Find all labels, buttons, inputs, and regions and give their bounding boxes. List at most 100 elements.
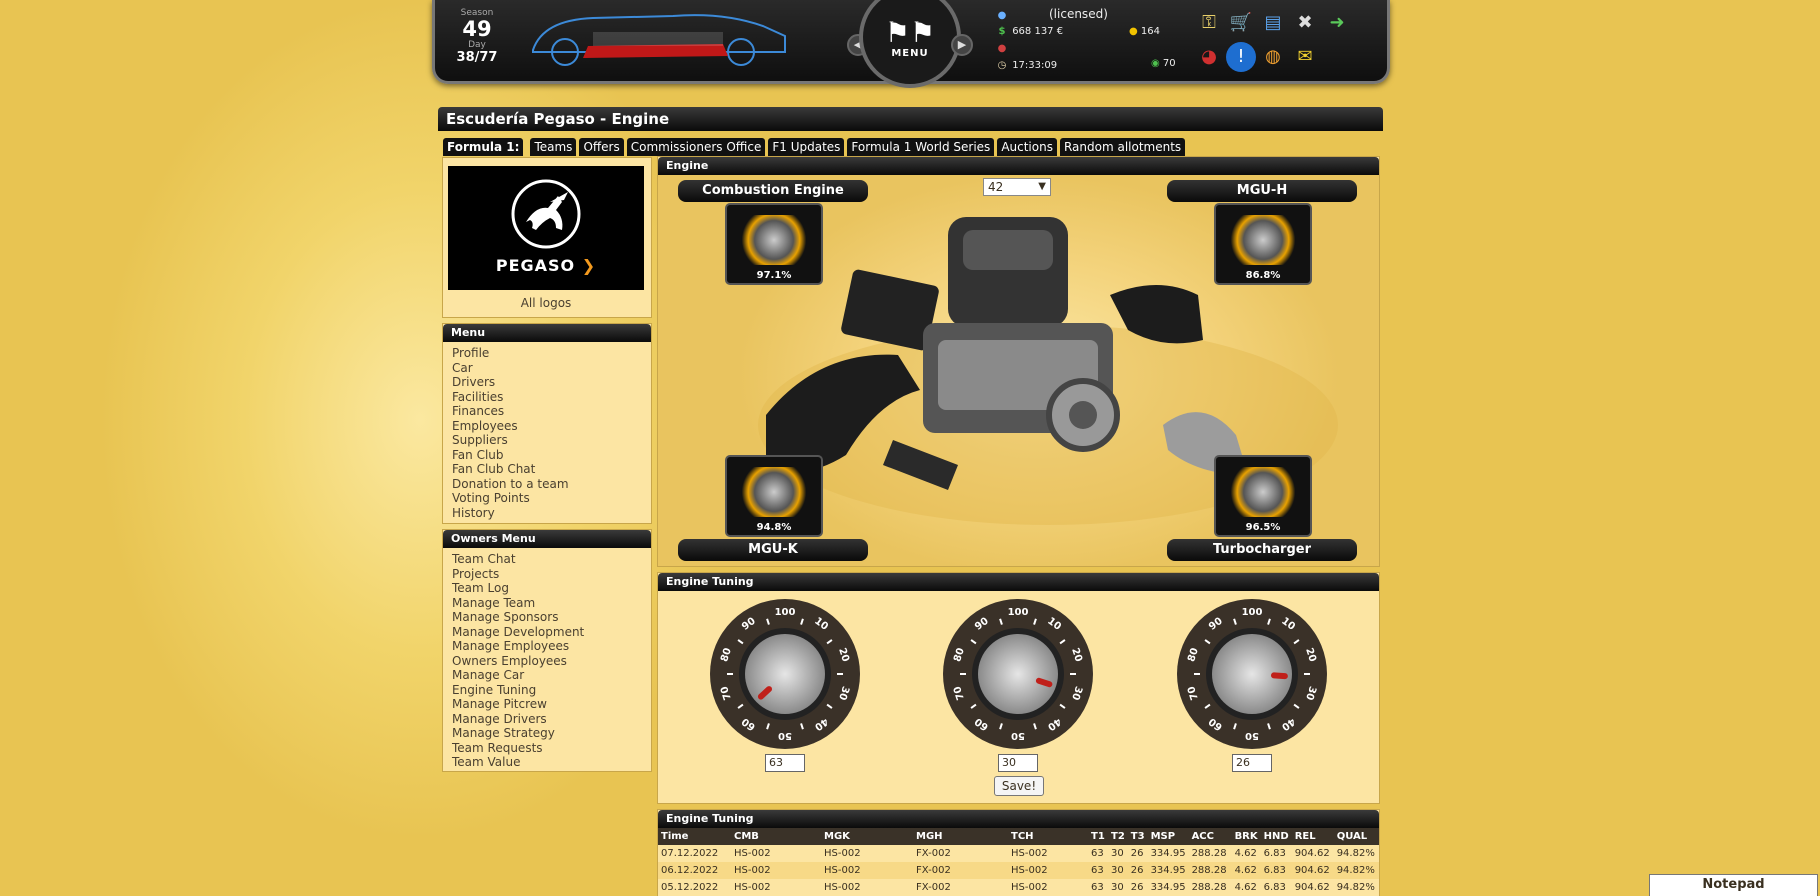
- owners-item-manage-pitcrew[interactable]: Manage Pitcrew: [452, 697, 642, 712]
- owners-item-manage-strategy[interactable]: Manage Strategy: [452, 726, 642, 741]
- owners-item-manage-development[interactable]: Manage Development: [452, 625, 642, 640]
- tuning-input-1[interactable]: 63: [765, 754, 805, 772]
- table-cell: 904.62: [1294, 848, 1330, 859]
- table-cell: 05.12.2022: [661, 882, 719, 893]
- column-header: Time: [658, 828, 731, 845]
- owners-item-manage-team[interactable]: Manage Team: [452, 596, 642, 611]
- menu-item-fan-club-chat[interactable]: Fan Club Chat: [452, 462, 642, 477]
- table-cell: 6.83: [1263, 848, 1286, 859]
- notepad-button[interactable]: Notepad: [1649, 874, 1818, 896]
- tabs-lead-label: Formula 1:: [443, 138, 524, 156]
- save-button[interactable]: Save!: [994, 776, 1044, 796]
- mgu-h-label: MGU-H: [1167, 180, 1357, 202]
- svg-text:50: 50: [778, 730, 792, 741]
- tools-icon[interactable]: ✖: [1290, 8, 1320, 38]
- mgu-h-part[interactable]: 86.8%: [1214, 203, 1312, 285]
- tab-commissioners-office[interactable]: Commissioners Office: [626, 138, 766, 156]
- table-cell: HS-002: [1011, 865, 1048, 876]
- table-cell: 07.12.2022: [661, 848, 719, 859]
- all-logos-link[interactable]: All logos: [448, 296, 644, 310]
- menu-next-button[interactable]: ▶: [951, 34, 973, 56]
- menu-item-finances[interactable]: Finances: [452, 404, 642, 419]
- owners-item-engine-tuning[interactable]: Engine Tuning: [452, 683, 642, 698]
- coin-icon: ●: [1129, 26, 1138, 37]
- table-cell: 288.28: [1191, 848, 1227, 859]
- turbocharger-icon: [1228, 467, 1298, 517]
- tuning-input-3[interactable]: 26: [1232, 754, 1272, 772]
- tab-auctions[interactable]: Auctions: [997, 138, 1057, 156]
- menu-item-employees[interactable]: Employees: [452, 419, 642, 434]
- points-stat: ◉ 70: [1151, 58, 1176, 69]
- engine-select[interactable]: 42 ▼: [983, 178, 1051, 196]
- menu-item-voting-points[interactable]: Voting Points: [452, 491, 642, 506]
- menu-item-facilities[interactable]: Facilities: [452, 390, 642, 405]
- table-header-row: Time CMB MGK MGH TCH T1 T2 T3 MSP ACC BRK HND REL QUA…: [658, 828, 1379, 845]
- turbocharger-percent: 96.5%: [1245, 522, 1281, 533]
- myracingcareer-logo[interactable]: [523, 6, 795, 68]
- tab-teams[interactable]: Teams: [530, 138, 577, 156]
- tab-f1-updates[interactable]: F1 Updates: [768, 138, 845, 156]
- owners-item-manage-employees[interactable]: Manage Employees: [452, 639, 642, 654]
- owners-item-team-value[interactable]: Team Value: [452, 755, 642, 770]
- chat-bubbles-icon[interactable]: ◍: [1258, 42, 1288, 72]
- menu-item-fan-club[interactable]: Fan Club: [452, 448, 642, 463]
- table-cell: 904.62: [1294, 865, 1330, 876]
- owners-item-manage-car[interactable]: Manage Car: [452, 668, 642, 683]
- logout-door-icon[interactable]: ➜: [1322, 8, 1352, 38]
- mgu-k-label: MGU-K: [678, 539, 868, 561]
- season-info: Season 49 Day 38/77: [449, 8, 505, 65]
- menu-item-profile[interactable]: Profile: [452, 346, 642, 361]
- table-cell: 334.95: [1150, 848, 1186, 859]
- table-cell: HS-002: [734, 865, 771, 876]
- table-cell: 26: [1130, 865, 1144, 876]
- owners-item-projects[interactable]: Projects: [452, 567, 642, 582]
- turbocharger-label: Turbocharger: [1167, 539, 1357, 561]
- team-logo-text: PEGASO ❯: [495, 256, 597, 275]
- owners-menu-panel: Owners Menu Team Chat Projects Team Log …: [442, 529, 652, 772]
- table-cell: 63: [1091, 865, 1104, 876]
- mgu-k-percent: 94.8%: [756, 522, 792, 533]
- tuning-knob-1[interactable]: 100 10 20 30 40 50 60 70 80 90: [708, 597, 862, 754]
- toolbar-icons: ⚿ 🛒 ▤ ✖ ➜ ◕! ◍ ✉: [1193, 6, 1389, 74]
- tab-random-allotments[interactable]: Random allotments: [1059, 138, 1186, 156]
- table-cell: 288.28: [1191, 882, 1227, 893]
- mail-envelope-icon[interactable]: ✉: [1290, 42, 1320, 72]
- menu-item-donation[interactable]: Donation to a team: [452, 477, 642, 492]
- tuning-knob-2[interactable]: 100 10 20 30 40 50 60 70 80 90: [941, 597, 1095, 754]
- combustion-engine-part[interactable]: 97.1%: [725, 203, 823, 285]
- owners-item-owners-employees[interactable]: Owners Employees: [452, 654, 642, 669]
- tab-offers[interactable]: Offers: [579, 138, 624, 156]
- owners-item-team-requests[interactable]: Team Requests: [452, 741, 642, 756]
- owners-item-team-log[interactable]: Team Log: [452, 581, 642, 596]
- tab-formula1-world-series[interactable]: Formula 1 World Series: [847, 138, 995, 156]
- table-cell: 334.95: [1150, 882, 1186, 893]
- table-cell: 26: [1130, 848, 1144, 859]
- tuning-knob-3[interactable]: 100 10 20 30 40 50 60 70 80 90: [1175, 597, 1329, 754]
- tuning-history-title: Engine Tuning: [658, 810, 1379, 828]
- combustion-engine-percent: 97.1%: [756, 270, 792, 281]
- menu-item-suppliers[interactable]: Suppliers: [452, 433, 642, 448]
- tuning-input-2[interactable]: 30: [998, 754, 1038, 772]
- column-header: REL: [1291, 828, 1334, 845]
- checkered-flags-icon: ⚑⚑: [884, 16, 936, 49]
- info-alert-icon[interactable]: !: [1226, 42, 1256, 72]
- keys-icon[interactable]: ⚿: [1194, 8, 1224, 38]
- helmet-icon[interactable]: ◕: [1194, 42, 1224, 72]
- mgu-k-part[interactable]: 94.8%: [725, 455, 823, 537]
- tuning-history-table: Time CMB MGK MGH TCH T1 T2 T3 MSP ACC BRK HND REL QUA…: [658, 828, 1379, 896]
- table-cell: 30: [1111, 882, 1124, 893]
- owners-item-manage-sponsors[interactable]: Manage Sponsors: [452, 610, 642, 625]
- owners-item-team-chat[interactable]: Team Chat: [452, 552, 642, 567]
- table-row: 06.12.2022 HS-002 HS-002 FX-002 HS-002 63 30 26…: [658, 862, 1379, 879]
- menu-item-history[interactable]: History: [452, 506, 642, 521]
- table-cell: HS-002: [734, 848, 771, 859]
- team-logo[interactable]: PEGASO ❯: [448, 166, 644, 290]
- turbocharger-part[interactable]: 96.5%: [1214, 455, 1312, 537]
- shopping-cart-icon[interactable]: 🛒: [1226, 8, 1256, 38]
- books-icon[interactable]: ▤: [1258, 8, 1288, 38]
- table-cell: HS-002: [824, 882, 861, 893]
- owners-item-manage-drivers[interactable]: Manage Drivers: [452, 712, 642, 727]
- menu-item-car[interactable]: Car: [452, 361, 642, 376]
- main-menu-button[interactable]: ⚑⚑ MENU: [859, 0, 961, 88]
- menu-item-drivers[interactable]: Drivers: [452, 375, 642, 390]
